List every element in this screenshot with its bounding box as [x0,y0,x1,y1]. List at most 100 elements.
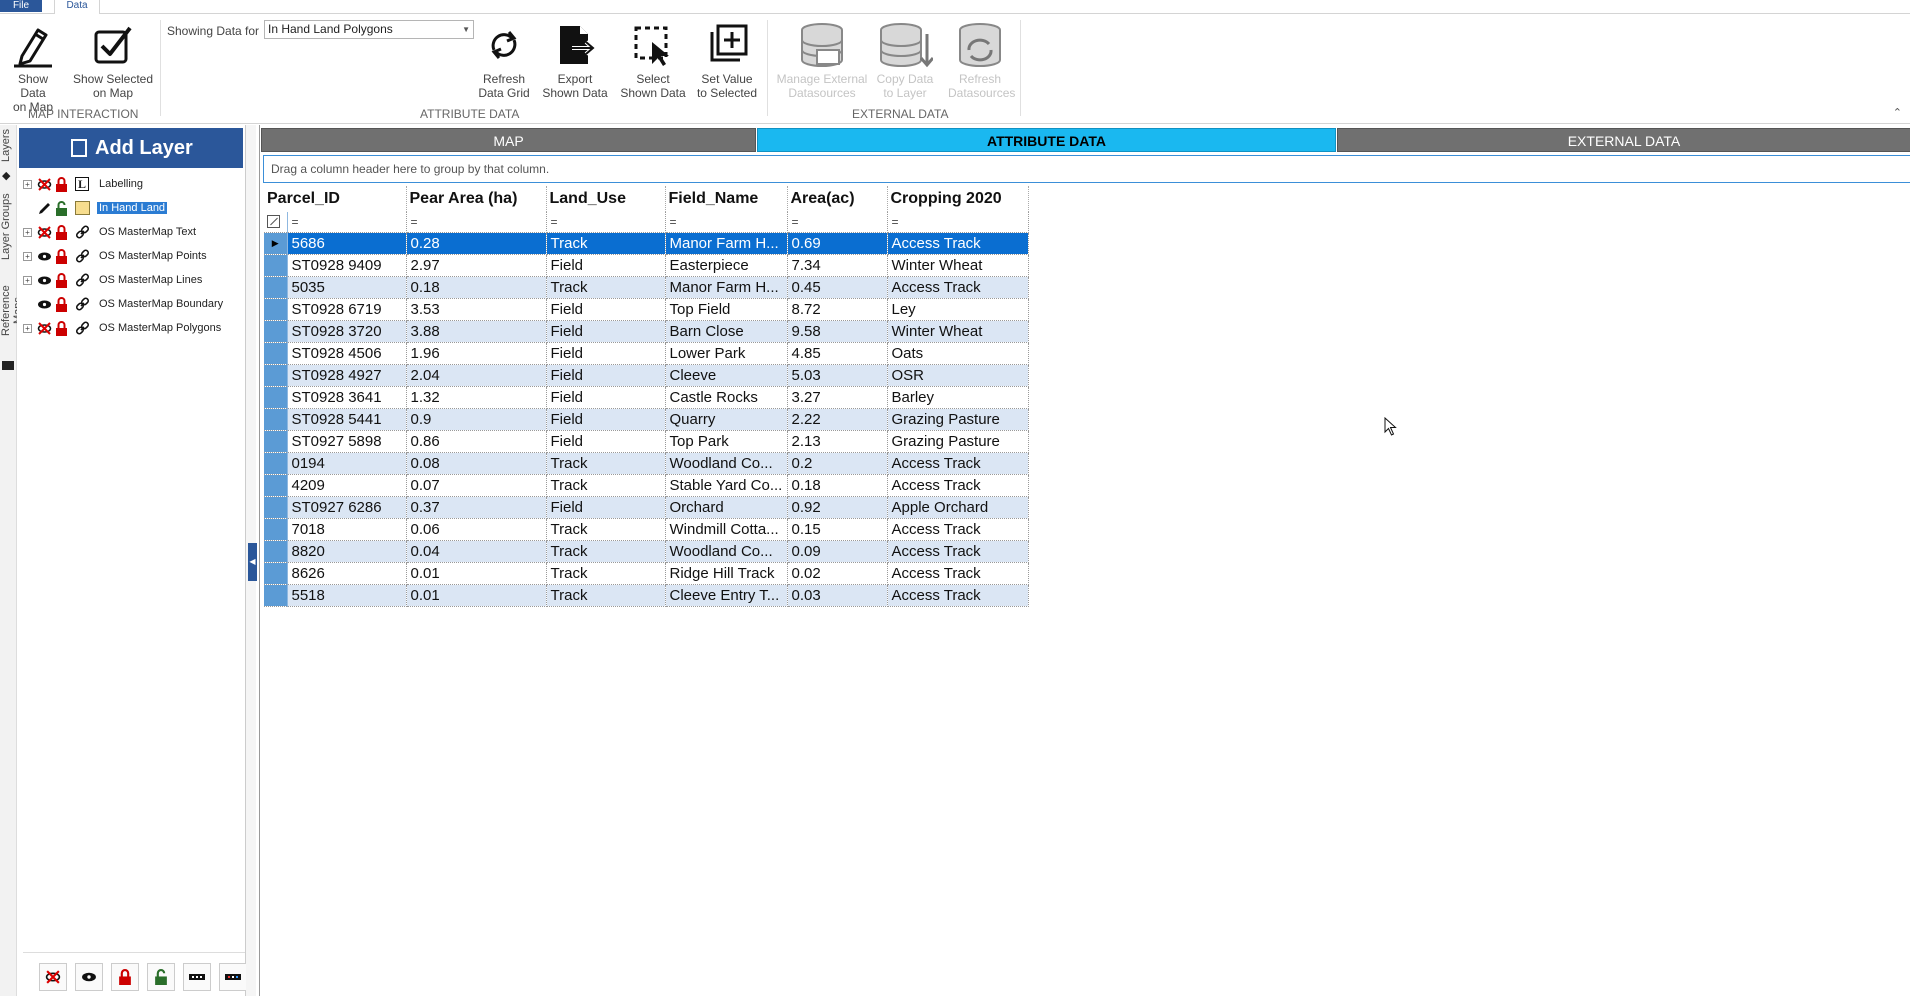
lock-closed-icon[interactable] [54,249,69,264]
cell-cropping-2020[interactable]: Access Track [887,474,1029,497]
cell-area-ac[interactable]: 0.18 [787,474,888,497]
cell-cropping-2020[interactable]: Barley [887,386,1029,409]
unlock-all-layers-button[interactable] [147,963,175,991]
cell-parcel-id[interactable]: ST0927 5898 [287,430,407,453]
row-indicator[interactable] [264,430,288,453]
select-shown-data-button[interactable]: Select Shown Data [620,20,686,100]
row-indicator[interactable] [264,386,288,409]
row-indicator[interactable] [264,320,288,343]
cell-cropping-2020[interactable]: Access Track [887,452,1029,475]
filter-cell[interactable]: = [406,212,547,233]
table-row[interactable]: ST0927 6286 0.37 Field Orchard 0.92 Apple Orc… [264,496,1029,519]
lock-closed-icon[interactable] [54,297,69,312]
cell-field-name[interactable]: Castle Rocks [665,386,788,409]
cell-area-ac[interactable]: 5.03 [787,364,888,387]
cell-parcel-id[interactable]: 5518 [287,584,407,607]
cell-parcel-id[interactable]: 7018 [287,518,407,541]
cell-land-use[interactable]: Track [546,584,666,607]
layer-item-labelling[interactable]: + L Labelling [23,173,243,197]
cell-pear-area[interactable]: 3.53 [406,298,547,321]
cell-cropping-2020[interactable]: Access Track [887,518,1029,541]
filter-cell[interactable]: = [787,212,888,233]
cell-field-name[interactable]: Woodland Co... [665,540,788,563]
column-header-parcel-id[interactable]: Parcel_ID [264,186,407,212]
cell-field-name[interactable]: Top Field [665,298,788,321]
cell-cropping-2020[interactable]: Access Track [887,540,1029,563]
cell-pear-area[interactable]: 3.88 [406,320,547,343]
row-indicator[interactable]: ▶ [264,232,288,255]
cell-pear-area[interactable]: 0.9 [406,408,547,431]
row-indicator[interactable] [264,298,288,321]
layer-item-os-mastermap-boundary[interactable]: OS MasterMap Boundary [23,293,243,317]
expand-icon[interactable]: + [23,228,32,237]
cell-cropping-2020[interactable]: Oats [887,342,1029,365]
cell-area-ac[interactable]: 4.85 [787,342,888,365]
cell-parcel-id[interactable]: ST0928 6719 [287,298,407,321]
column-header-area-ac[interactable]: Area(ac) [787,186,888,212]
cell-cropping-2020[interactable]: Grazing Pasture [887,430,1029,453]
row-indicator[interactable] [264,562,288,585]
cell-cropping-2020[interactable]: Apple Orchard [887,496,1029,519]
cell-area-ac[interactable]: 0.03 [787,584,888,607]
cell-land-use[interactable]: Track [546,562,666,585]
cell-pear-area[interactable]: 0.28 [406,232,547,255]
layer-item-os-mastermap-polygons[interactable]: + OS MasterMap Polygons [23,317,243,341]
table-row[interactable]: 5035 0.18 Track Manor Farm H... 0.45 Access T… [264,276,1029,299]
cell-cropping-2020[interactable]: Access Track [887,232,1029,255]
lock-all-layers-button[interactable] [111,963,139,991]
table-row[interactable]: ST0928 4927 2.04 Field Cleeve 5.03 OSR [264,364,1029,387]
cell-area-ac[interactable]: 0.09 [787,540,888,563]
export-shown-data-button[interactable]: Export Shown Data [542,20,608,100]
expand-icon[interactable]: + [23,276,32,285]
table-row[interactable]: 0194 0.08 Track Woodland Co... 0.2 Access Tra… [264,452,1029,475]
table-row[interactable]: 7018 0.06 Track Windmill Cotta... 0.15 Access… [264,518,1029,541]
cell-parcel-id[interactable]: ST0928 3641 [287,386,407,409]
add-layer-button[interactable]: Add Layer [19,128,243,168]
cell-land-use[interactable]: Track [546,540,666,563]
table-row[interactable]: 4209 0.07 Track Stable Yard Co... 0.18 Access… [264,474,1029,497]
expand-icon[interactable]: + [23,324,32,333]
cell-parcel-id[interactable]: ST0927 6286 [287,496,407,519]
cell-area-ac[interactable]: 0.15 [787,518,888,541]
cell-field-name[interactable]: Windmill Cotta... [665,518,788,541]
file-menu[interactable]: File [0,0,42,12]
tab-attribute-data[interactable]: ATTRIBUTE DATA [757,128,1336,152]
cell-area-ac[interactable]: 3.27 [787,386,888,409]
hidden-eye-icon[interactable] [37,225,52,240]
cell-pear-area[interactable]: 0.37 [406,496,547,519]
manage-external-datasources-button[interactable]: Manage External Datasources [776,20,868,100]
row-indicator[interactable] [264,276,288,299]
cell-pear-area[interactable]: 0.18 [406,276,547,299]
lock-closed-icon[interactable] [54,177,69,192]
table-row[interactable]: ST0928 4506 1.96 Field Lower Park 4.85 Oats [264,342,1029,365]
tab-layer-groups[interactable]: Layer Groups [0,193,17,261]
cell-land-use[interactable]: Field [546,408,666,431]
cell-pear-area[interactable]: 2.04 [406,364,547,387]
cell-pear-area[interactable]: 0.08 [406,452,547,475]
table-row[interactable]: 8820 0.04 Track Woodland Co... 0.09 Access Tr… [264,540,1029,563]
cell-cropping-2020[interactable]: Access Track [887,584,1029,607]
show-selected-on-map-button[interactable]: Show Selected on Map [72,20,154,100]
cell-parcel-id[interactable]: ST0928 5441 [287,408,407,431]
refresh-datasources-button[interactable]: Refresh Datasources [948,20,1015,100]
cell-parcel-id[interactable]: ST0928 3720 [287,320,407,343]
cell-pear-area[interactable]: 0.01 [406,562,547,585]
cell-cropping-2020[interactable]: OSR [887,364,1029,387]
cell-pear-area[interactable]: 0.06 [406,518,547,541]
column-header-pear-area[interactable]: Pear Area (ha) [406,186,547,212]
cell-parcel-id[interactable]: ST0928 9409 [287,254,407,277]
cell-land-use[interactable]: Track [546,518,666,541]
table-row[interactable]: ST0928 5441 0.9 Field Quarry 2.22 Grazing Pas… [264,408,1029,431]
lock-closed-icon[interactable] [54,321,69,336]
row-indicator[interactable] [264,518,288,541]
cell-land-use[interactable]: Track [546,452,666,475]
filter-cell[interactable]: = [665,212,788,233]
row-indicator[interactable] [264,474,288,497]
row-indicator[interactable] [264,584,288,607]
cell-field-name[interactable]: Orchard [665,496,788,519]
tab-reference-maps[interactable]: Reference Maps [0,271,24,351]
cell-land-use[interactable]: Track [546,276,666,299]
expand-layers-button[interactable] [219,963,247,991]
table-row[interactable]: ST0927 5898 0.86 Field Top Park 2.13 Grazing … [264,430,1029,453]
cell-cropping-2020[interactable]: Access Track [887,276,1029,299]
